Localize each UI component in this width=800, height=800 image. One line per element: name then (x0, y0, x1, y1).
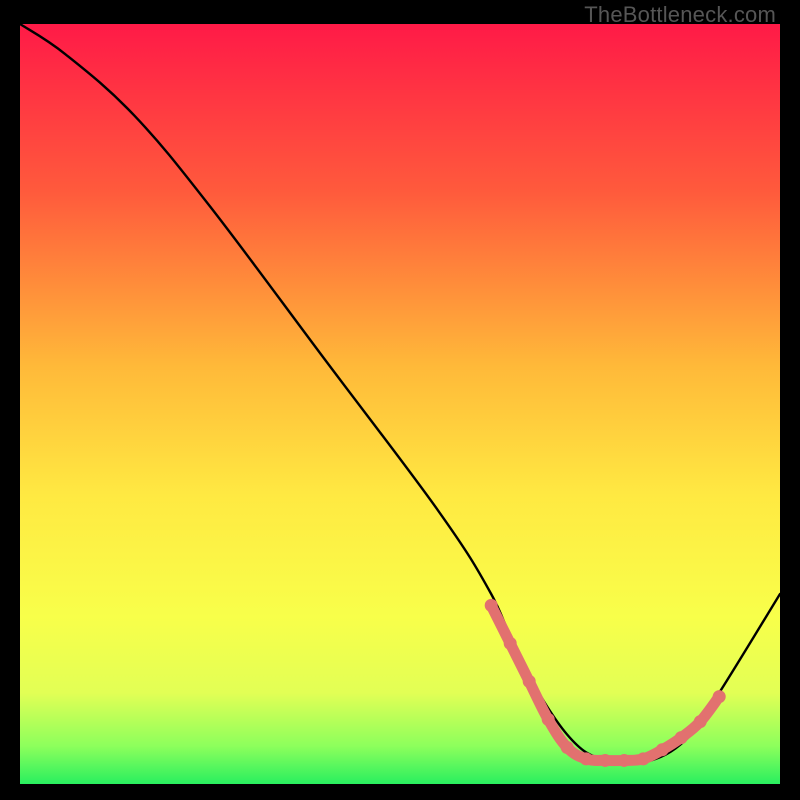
optimal-range-dot (561, 741, 574, 754)
optimal-range-dot (656, 743, 669, 756)
optimal-range-dot (599, 754, 612, 767)
optimal-range-dot (713, 690, 726, 703)
watermark-label: TheBottleneck.com (584, 2, 776, 28)
optimal-range-dot (542, 713, 555, 726)
chart-frame (20, 24, 780, 784)
optimal-range-dot (504, 637, 517, 650)
optimal-range-dot (675, 731, 688, 744)
optimal-range-dot (485, 599, 498, 612)
optimal-range-dot (694, 715, 707, 728)
gradient-background (20, 24, 780, 784)
optimal-range-dot (580, 752, 593, 765)
optimal-range-dot (637, 752, 650, 765)
optimal-range-dot (523, 675, 536, 688)
optimal-range-dot (618, 754, 631, 767)
bottleneck-chart (20, 24, 780, 784)
